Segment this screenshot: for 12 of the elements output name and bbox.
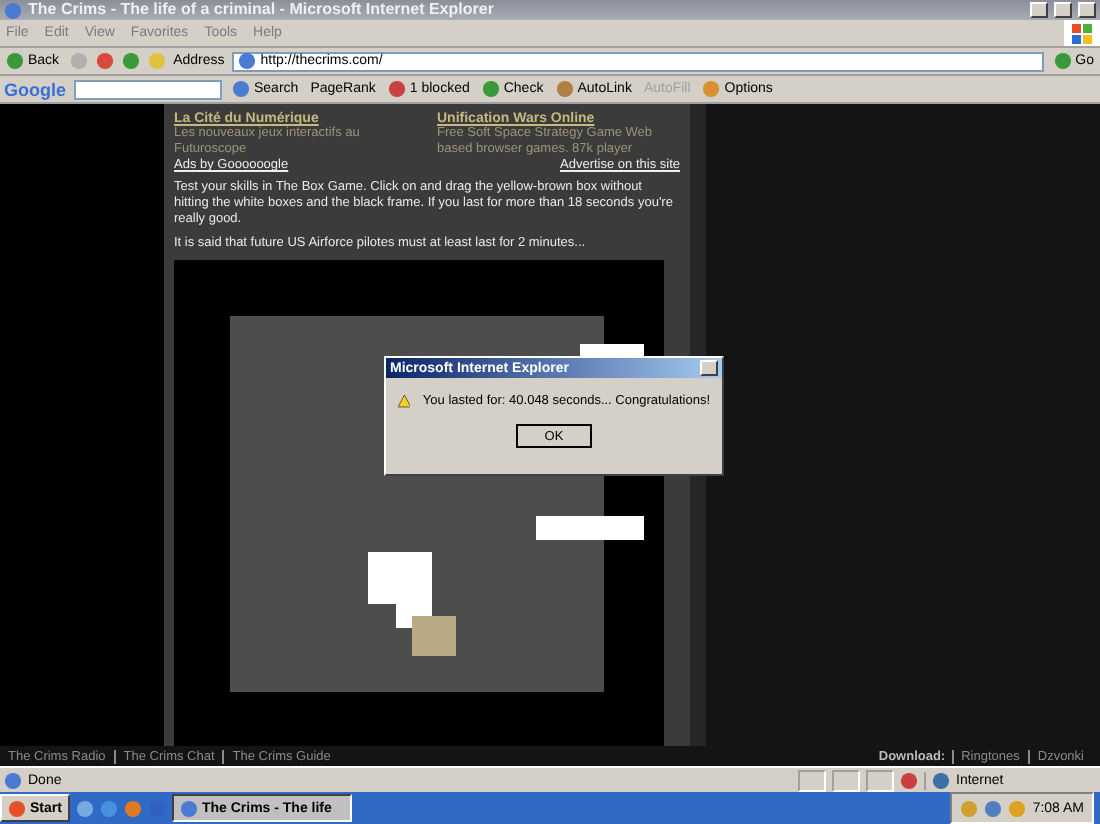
windows-logo-icon — [1064, 20, 1100, 46]
google-logo: Google — [4, 79, 66, 99]
status-pane — [832, 769, 860, 791]
close-button[interactable] — [700, 360, 718, 376]
status-pane — [798, 769, 826, 791]
obstacle-box — [536, 516, 644, 540]
maximize-button[interactable] — [1054, 2, 1072, 18]
window-title: The Crims - The life of a criminal - Microsoft Internet Explorer — [28, 0, 496, 20]
minimize-button[interactable] — [1030, 2, 1048, 18]
close-button[interactable] — [1078, 2, 1096, 18]
status-pane — [866, 769, 894, 791]
search-input[interactable] — [74, 79, 222, 99]
